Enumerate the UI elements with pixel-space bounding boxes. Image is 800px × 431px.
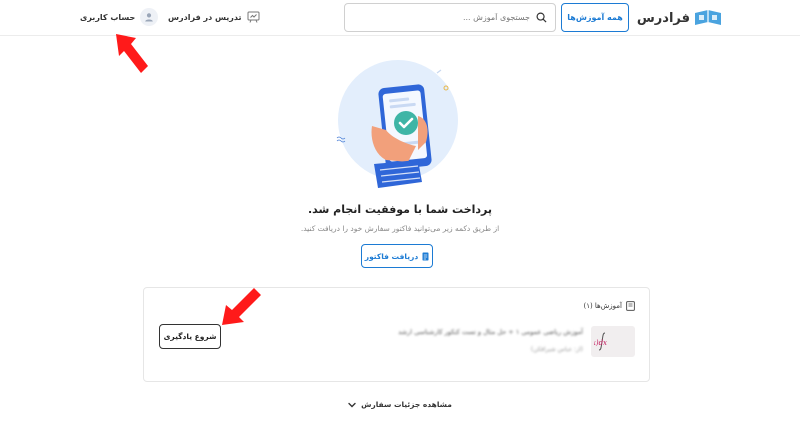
courses-heading-label: آموزش‌ها (۱) — [583, 302, 622, 310]
course-title[interactable]: آموزش ریاضی عمومی ۱ + حل مثال و تست کنکو… — [398, 328, 583, 336]
order-details-toggle[interactable]: مشاهده جزئیات سفارش — [0, 400, 800, 409]
account-label: حساب کاربری — [80, 12, 136, 22]
annotation-arrow-account — [116, 34, 148, 73]
course-thumbnail[interactable]: f(x)dx — [591, 326, 635, 357]
download-invoice-label: دریافت فاکتور — [364, 251, 419, 261]
book-icon — [626, 301, 635, 311]
search-icon — [536, 12, 547, 23]
logo-icon — [695, 10, 721, 25]
order-details-label: مشاهده جزئیات سفارش — [361, 400, 452, 409]
user-icon — [145, 13, 154, 22]
avatar — [140, 8, 159, 26]
course-thumb-formula: f(x)dx — [594, 339, 607, 347]
download-invoice-button[interactable]: دریافت فاکتور — [361, 244, 433, 268]
courses-heading: آموزش‌ها (۱) — [583, 301, 635, 311]
all-courses-button[interactable]: همه آموزش‌ها — [561, 3, 629, 32]
success-title: پرداخت شما با موفقیت انجام شد. — [307, 203, 493, 216]
search-box[interactable] — [344, 3, 556, 32]
teach-link[interactable]: تدریس در فرادرس — [168, 11, 260, 23]
start-learning-button[interactable]: شروع یادگیری — [159, 324, 221, 349]
payment-success-illustration — [336, 60, 458, 188]
account-link[interactable]: حساب کاربری — [80, 8, 159, 26]
integral-icon: f(x)dx — [594, 332, 607, 350]
teach-label: تدریس در فرادرس — [168, 12, 242, 22]
course-teacher: (از: عباس شیرافکن) — [530, 346, 583, 353]
document-icon — [422, 252, 429, 260]
success-subtitle: از طریق دکمه زیر می‌توانید فاکتور سفارش … — [300, 224, 500, 233]
logo[interactable]: فرادرس — [637, 9, 722, 27]
logo-text: فرادرس — [636, 10, 690, 26]
chevron-down-icon — [348, 402, 356, 407]
teach-board-icon — [247, 11, 260, 23]
annotation-arrow-start — [222, 288, 261, 325]
top-header: فرادرس همه آموزش‌ها تدریس در فرادرس حساب… — [0, 0, 800, 36]
search-input[interactable] — [353, 13, 530, 22]
